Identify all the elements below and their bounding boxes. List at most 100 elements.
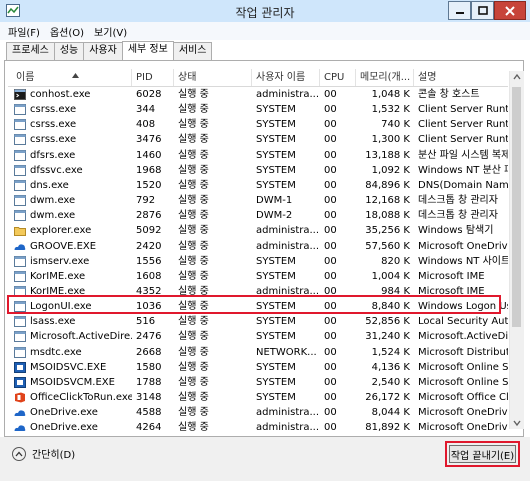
table-row[interactable]: dns.exe 1520 실행 중 SYSTEM 00 84,896 K DNS(Domai…: [8, 178, 508, 193]
app-icon: [14, 134, 26, 146]
footer-bar: 간단히(D) 작업 끝내기(E): [0, 437, 530, 481]
process-cpu: 00: [324, 104, 337, 116]
process-cpu: 00: [324, 270, 337, 282]
process-description: Microsoft OneDrive: [418, 422, 508, 434]
column-header-status[interactable]: 상태: [174, 69, 252, 86]
process-status: 실행 중: [178, 225, 209, 237]
table-row[interactable]: lsass.exe 516 실행 중 SYSTEM 00 52,856 K Local Se…: [8, 314, 508, 329]
process-description: 데스크톱 창 관리자: [418, 195, 498, 207]
table-row[interactable]: OneDrive.exe 4588 실행 중 administra... 00 8,044…: [8, 405, 508, 420]
minimize-button[interactable]: [448, 1, 471, 20]
table-row[interactable]: OfficeClickToRun.exe 3148 실행 중 SYSTEM 00 26,1…: [8, 390, 508, 405]
table-row[interactable]: dwm.exe 2876 실행 중 DWM-2 00 18,088 K 데스크톱 창 관리자: [8, 208, 508, 223]
maximize-button[interactable]: [471, 1, 494, 20]
process-memory: 84,896 K: [365, 179, 410, 191]
table-row[interactable]: MSOIDSVCM.EXE 1788 실행 중 SYSTEM 00 2,540 K Micr…: [8, 375, 508, 390]
column-header-memory[interactable]: 메모리(개...: [356, 69, 414, 86]
process-name-cell: ismserv.exe: [14, 254, 132, 269]
process-memory: 740 K: [381, 119, 410, 131]
process-description: Microsoft IME: [418, 270, 485, 282]
tab-details[interactable]: 세부 정보: [121, 41, 174, 61]
process-memory: 35,256 K: [365, 225, 410, 237]
table-row[interactable]: MSOIDSVC.EXE 1580 실행 중 SYSTEM 00 4,136 K Micro…: [8, 360, 508, 375]
process-status: 실행 중: [178, 240, 209, 252]
end-task-button[interactable]: 작업 끝내기(E): [449, 445, 516, 463]
process-name: explorer.exe: [30, 225, 92, 237]
process-description: Local Security Auth...: [418, 316, 508, 328]
process-status: 실행 중: [178, 255, 209, 267]
process-cpu: 00: [324, 134, 337, 146]
process-status: 실행 중: [178, 210, 209, 222]
close-button[interactable]: [494, 1, 526, 20]
app-icon: [14, 179, 26, 191]
app-icon: [14, 346, 26, 358]
scrollbar-thumb[interactable]: [512, 87, 521, 327]
tab-users[interactable]: 사용자: [83, 42, 123, 60]
tab-performance[interactable]: 성능: [53, 42, 85, 60]
table-row[interactable]: dfsrs.exe 1460 실행 중 SYSTEM 00 13,188 K 분산 파일 시…: [8, 148, 508, 163]
onedrive-icon: [14, 243, 26, 250]
process-cpu: 00: [324, 422, 337, 434]
process-name-cell: Microsoft.ActiveDire...: [14, 329, 132, 344]
process-name: lsass.exe: [30, 316, 76, 328]
process-memory: 52,856 K: [365, 316, 410, 328]
process-pid: 5092: [136, 225, 162, 237]
column-header-pid[interactable]: PID: [132, 69, 174, 86]
close-icon: [505, 5, 515, 16]
onedrive-icon: [14, 425, 26, 432]
process-name: MSOIDSVCM.EXE: [30, 376, 115, 388]
process-name: msdtc.exe: [30, 346, 82, 358]
table-row[interactable]: conhost.exe 6028 실행 중 administra... 00 1,048 …: [8, 87, 508, 102]
app-icon: [14, 210, 26, 222]
process-name-cell: dfsrs.exe: [14, 148, 132, 163]
process-description: Client Server Runti...: [418, 134, 508, 146]
table-row[interactable]: ismserv.exe 1556 실행 중 SYSTEM 00 820 K Windows …: [8, 254, 508, 269]
details-panel: 이름 PID 상태 사용자 이름 CPU 메모리(개... 설명 conhost…: [4, 60, 524, 437]
table-row[interactable]: dwm.exe 792 실행 중 DWM-1 00 12,168 K 데스크톱 창 관리자: [8, 193, 508, 208]
process-name-cell: lsass.exe: [14, 314, 132, 329]
process-description: Windows 탐색기: [418, 225, 494, 237]
process-name: dns.exe: [30, 179, 69, 191]
selected-row-highlight: [7, 295, 501, 314]
table-row[interactable]: OneDrive.exe 4264 실행 중 administra... 00 81,89…: [8, 420, 508, 435]
column-header-name[interactable]: 이름: [14, 69, 132, 86]
table-row[interactable]: csrss.exe 408 실행 중 SYSTEM 00 740 K Client Serv…: [8, 117, 508, 132]
process-user: administra...: [256, 89, 320, 100]
process-cpu: 00: [324, 225, 337, 237]
column-header-description[interactable]: 설명: [414, 69, 508, 86]
process-user: SYSTEM: [256, 331, 296, 343]
process-name: MSOIDSVC.EXE: [30, 361, 107, 373]
process-cpu: 00: [324, 255, 337, 267]
tab-processes[interactable]: 프로세스: [6, 42, 55, 60]
table-row[interactable]: csrss.exe 344 실행 중 SYSTEM 00 1,532 K Client Se…: [8, 102, 508, 117]
column-header-cpu[interactable]: CPU: [320, 69, 356, 86]
column-header-user[interactable]: 사용자 이름: [252, 69, 320, 86]
process-cpu: 00: [324, 346, 337, 358]
fewer-details-button[interactable]: 간단히(D): [12, 446, 75, 461]
menu-view[interactable]: 보기(V): [89, 24, 132, 39]
process-name-cell: explorer.exe: [14, 223, 132, 238]
process-memory: 1,092 K: [371, 164, 410, 176]
table-row[interactable]: GROOVE.EXE 2420 실행 중 administra... 00 57,560 …: [8, 239, 508, 254]
msoid-icon: [14, 376, 26, 388]
table-row[interactable]: dfssvc.exe 1968 실행 중 SYSTEM 00 1,092 K Windows…: [8, 163, 508, 178]
menu-options[interactable]: 옵션(O): [45, 24, 89, 39]
table-row[interactable]: csrss.exe 3476 실행 중 SYSTEM 00 1,300 K Client S…: [8, 132, 508, 147]
process-user: SYSTEM: [256, 376, 296, 388]
process-status: 실행 중: [178, 361, 209, 373]
table-row[interactable]: explorer.exe 5092 실행 중 administra... 00 35,25…: [8, 223, 508, 238]
table-row[interactable]: KorIME.exe 1608 실행 중 SYSTEM 00 1,004 K Microso…: [8, 269, 508, 284]
process-status: 실행 중: [178, 376, 209, 388]
table-row[interactable]: msdtc.exe 2668 실행 중 NETWORK... 00 1,524 K Micr…: [8, 345, 508, 360]
process-user: SYSTEM: [256, 119, 296, 131]
vertical-scrollbar[interactable]: [509, 71, 524, 429]
process-name: dfssvc.exe: [30, 164, 83, 176]
process-pid: 1608: [136, 270, 162, 282]
process-status: 실행 중: [178, 392, 209, 403]
tab-services[interactable]: 서비스: [172, 42, 213, 60]
process-name-cell: GROOVE.EXE: [14, 239, 132, 254]
process-pid: 1788: [136, 376, 162, 388]
process-status: 실행 중: [178, 89, 209, 100]
table-row[interactable]: Microsoft.ActiveDire... 2476 실행 중 SYSTEM 00 3…: [8, 329, 508, 344]
menu-file[interactable]: 파일(F): [0, 24, 45, 39]
